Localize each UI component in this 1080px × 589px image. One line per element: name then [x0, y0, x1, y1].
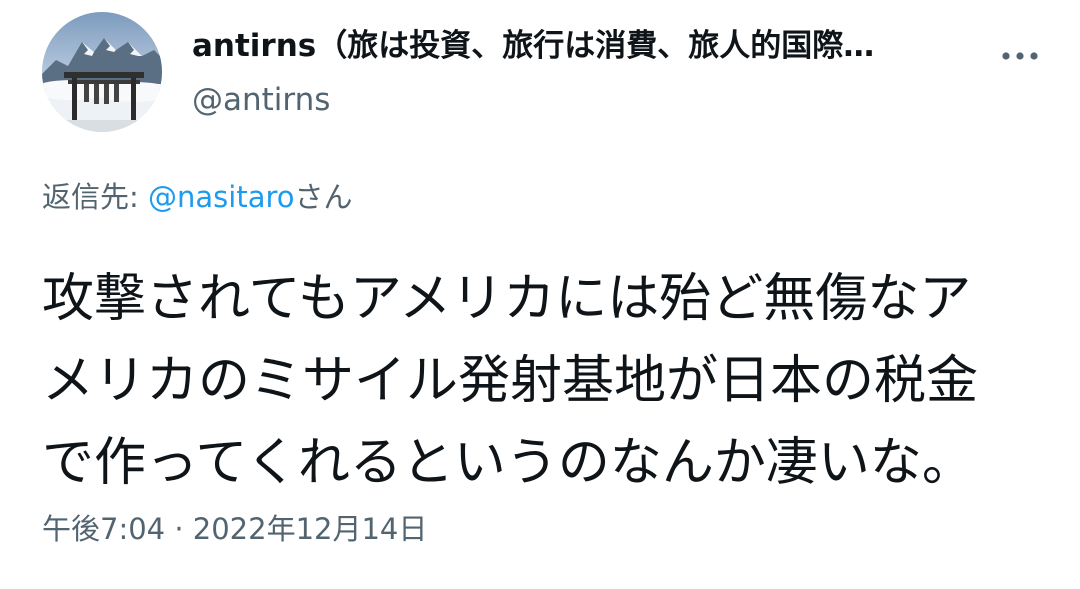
more-options-button[interactable]: [992, 28, 1048, 84]
tweet-date-link[interactable]: 2022年12月14日: [193, 512, 428, 546]
avatar[interactable]: [42, 12, 162, 132]
author-display-name[interactable]: antirns（旅は投資、旅行は消費、旅人的国際…: [192, 26, 952, 66]
tweet: antirns（旅は投資、旅行は消費、旅人的国際… @antirns 返信先: …: [0, 0, 1080, 589]
author-handle[interactable]: @antirns: [192, 80, 952, 120]
mountain-torii-avatar-image: [42, 12, 162, 132]
tweet-body-line: メリカのミサイル発射基地が日本の税金: [42, 351, 979, 411]
tweet-header: antirns（旅は投資、旅行は消費、旅人的国際… @antirns: [42, 12, 1042, 132]
tweet-body-line: 攻撃されてもアメリカには殆ど無傷なア: [42, 269, 972, 329]
tweet-body: 攻撃されてもアメリカには殆ど無傷なア メリカのミサイル発射基地が日本の税金 で作…: [42, 258, 1042, 504]
author-names: antirns（旅は投資、旅行は消費、旅人的国際… @antirns: [192, 26, 952, 120]
reply-to-line: 返信先: @nasitaroさん: [42, 178, 353, 216]
timestamp-separator: ·: [165, 512, 193, 546]
tweet-body-line: で作ってくれるというのなんか凄いな。: [42, 433, 974, 493]
reply-to-suffix: さん: [294, 180, 353, 214]
tweet-time-link[interactable]: 午後7:04: [42, 512, 165, 546]
tweet-timestamp: 午後7:04 · 2022年12月14日: [42, 510, 427, 548]
reply-to-mention-link[interactable]: @nasitaro: [148, 180, 295, 214]
reply-to-prefix: 返信先:: [42, 180, 148, 214]
more-horizontal-icon: [1002, 52, 1038, 60]
